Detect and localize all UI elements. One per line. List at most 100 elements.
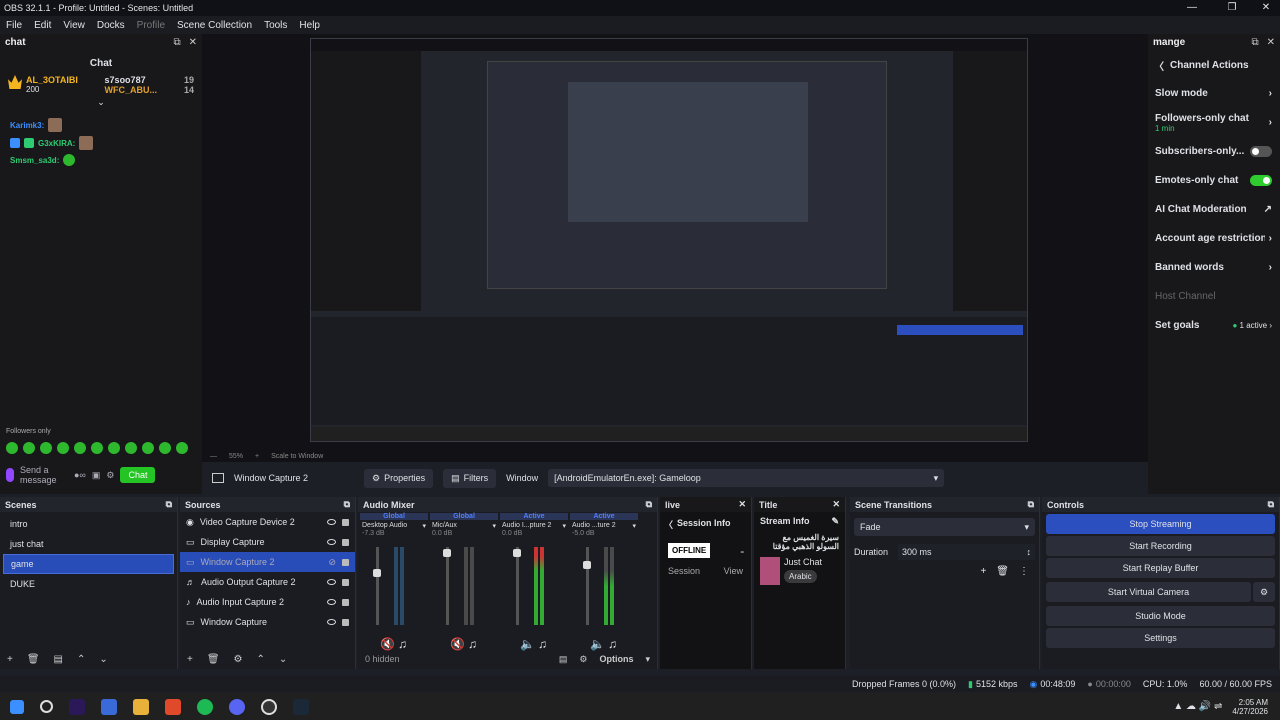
source-row[interactable]: ▭ Window Capture [180, 612, 355, 632]
properties-button[interactable]: ⚙ Properties [364, 468, 434, 488]
eye-icon[interactable] [327, 599, 336, 605]
chat-username[interactable]: G3xKIRA: [38, 139, 75, 148]
chat-input[interactable]: Send a message [20, 465, 68, 485]
scene-item[interactable]: game [3, 554, 174, 574]
discord-icon[interactable] [229, 698, 245, 715]
slider-thumb[interactable] [443, 549, 451, 557]
premiere-icon[interactable] [69, 698, 85, 715]
obs-icon[interactable] [261, 698, 277, 715]
lock-icon[interactable] [342, 558, 349, 566]
folder-icon[interactable] [133, 698, 149, 715]
back-icon[interactable]: 〈 [1154, 58, 1164, 73]
zoom-out-icon[interactable]: — [210, 453, 217, 460]
eye-icon[interactable] [327, 539, 336, 545]
emote-icon[interactable] [91, 442, 103, 454]
start-virtual-camera-button[interactable]: Start Virtual Camera [1046, 582, 1251, 602]
chevron-down-icon[interactable]: ▾ [492, 522, 496, 530]
trash-icon[interactable]: 🗑 [27, 654, 40, 665]
menu-file[interactable]: File [0, 20, 28, 31]
emote-icon[interactable] [159, 442, 171, 454]
window-select[interactable]: [AndroidEmulatorEn.exe]: Gameloop ▾ [548, 469, 945, 487]
advanced-audio-icon[interactable]: ⚙ [579, 654, 587, 665]
mixer-options-button[interactable]: Options [599, 654, 633, 665]
close-dock-icon[interactable]: ✕ [832, 499, 840, 510]
emote-icon[interactable] [23, 442, 35, 454]
gear-icon[interactable]: ⚙ [234, 654, 243, 665]
source-row[interactable]: ▭ Window Capture 2 ⊘ [180, 552, 355, 572]
chevron-down-icon[interactable]: ▾ [562, 522, 566, 530]
spinner-icon[interactable]: ↕ [1027, 547, 1032, 557]
chat-username[interactable]: Smsm_sa3d: [10, 156, 59, 165]
search-icon[interactable] [40, 700, 53, 713]
menu-help[interactable]: Help [293, 20, 326, 31]
chevron-down-icon[interactable]: ▾ [645, 654, 650, 665]
menu-tools[interactable]: Tools [258, 20, 293, 31]
emotes-toggle[interactable] [1250, 175, 1272, 186]
close-dock-icon[interactable]: ✕ [738, 499, 746, 510]
virtual-camera-settings-icon[interactable]: ⚙ [1253, 582, 1275, 602]
slow-mode-row[interactable]: Slow mode › [1148, 79, 1280, 108]
move-up-icon[interactable]: ⌃ [257, 654, 265, 665]
source-row[interactable]: ♪ Audio Input Capture 2 [180, 592, 355, 612]
preview-canvas[interactable] [202, 34, 1148, 462]
edit-icon[interactable]: ✎ [831, 516, 839, 527]
eye-icon[interactable] [327, 579, 336, 585]
chevron-down-icon[interactable]: ▾ [632, 522, 636, 530]
spotify-icon[interactable] [197, 698, 213, 715]
add-icon[interactable]: + [980, 566, 986, 577]
chat-username[interactable]: Karimk3: [10, 121, 44, 130]
undock-icon[interactable]: ⧉ [344, 499, 350, 510]
lock-icon[interactable] [342, 578, 349, 586]
menu-view[interactable]: View [57, 20, 91, 31]
volume-slider[interactable] [443, 547, 451, 625]
more-options-icon[interactable]: ⋮ [1019, 566, 1029, 577]
emote-icon[interactable] [40, 442, 52, 454]
close-dock-icon[interactable]: ✕ [1267, 37, 1275, 48]
emote-icon[interactable] [74, 442, 86, 454]
undock-icon[interactable]: ⧉ [173, 37, 180, 48]
top-gifter-name[interactable]: AL_3OTAIBI [26, 75, 101, 85]
filter-icon[interactable]: ▤ [54, 654, 63, 665]
eye-hidden-icon[interactable]: ⊘ [328, 557, 336, 568]
chevron-left-icon[interactable]: 〈 [664, 518, 673, 531]
undock-icon[interactable]: ⧉ [166, 499, 172, 510]
close-dock-icon[interactable]: ✕ [189, 37, 197, 48]
menu-docks[interactable]: Docks [91, 20, 131, 31]
mic-icon[interactable] [6, 468, 14, 482]
close-window-icon[interactable]: ✕ [1252, 0, 1280, 16]
scale-label[interactable]: Scale to Window [271, 453, 323, 460]
restore-icon[interactable]: ❐ [1218, 0, 1246, 16]
source-row[interactable]: ▭ Display Capture [180, 532, 355, 552]
account-age-row[interactable]: Account age restriction › [1148, 224, 1280, 253]
emote-icon[interactable] [142, 442, 154, 454]
windows-start-icon[interactable] [10, 699, 24, 714]
eye-icon[interactable] [327, 519, 336, 525]
subscribers-toggle[interactable] [1250, 146, 1272, 157]
gifter-name[interactable]: WFC_ABU... [105, 85, 158, 95]
undock-icon[interactable]: ⧉ [1028, 499, 1034, 510]
menu-edit[interactable]: Edit [28, 20, 57, 31]
add-icon[interactable]: + [7, 654, 13, 665]
slider-thumb[interactable] [373, 569, 381, 577]
emote-icon[interactable] [125, 442, 137, 454]
studio-mode-button[interactable]: Studio Mode [1046, 606, 1275, 626]
settings-gear-icon[interactable]: ⚙ [106, 470, 114, 481]
undock-icon[interactable]: ⧉ [1251, 37, 1258, 48]
emote-icon[interactable] [108, 442, 120, 454]
layout-icon[interactable]: ▤ [559, 654, 568, 665]
scene-item[interactable]: DUKE [3, 574, 174, 594]
trash-icon[interactable]: 🗑 [996, 566, 1009, 577]
lock-icon[interactable] [342, 598, 349, 606]
followers-only-row[interactable]: Followers-only chat 1 min › [1148, 108, 1280, 137]
zoom-in-icon[interactable]: + [255, 453, 259, 460]
volume-slider[interactable] [513, 547, 521, 625]
emote-icon[interactable] [176, 442, 188, 454]
expand-chevron-icon[interactable]: ⌄ [0, 97, 202, 108]
scene-item[interactable]: intro [3, 514, 174, 534]
menu-profile[interactable]: Profile [131, 20, 171, 31]
set-goals-row[interactable]: Set goals ● 1 active › [1148, 311, 1280, 340]
volume-slider[interactable] [583, 547, 591, 625]
settings-button[interactable]: Settings [1046, 628, 1275, 648]
volume-slider[interactable] [373, 547, 381, 625]
scene-item[interactable]: just chat [3, 534, 174, 554]
